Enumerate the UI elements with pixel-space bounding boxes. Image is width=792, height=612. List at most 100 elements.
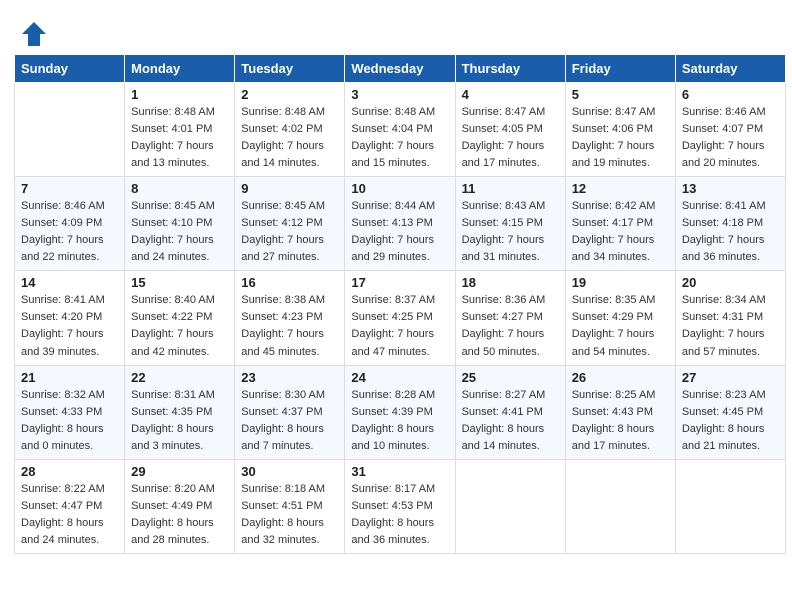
calendar-cell: 13 Sunrise: 8:41 AMSunset: 4:18 PMDaylig… [675, 177, 785, 271]
calendar-cell: 18 Sunrise: 8:36 AMSunset: 4:27 PMDaylig… [455, 271, 565, 365]
day-info: Sunrise: 8:43 AMSunset: 4:15 PMDaylight:… [462, 198, 559, 266]
day-info: Sunrise: 8:45 AMSunset: 4:12 PMDaylight:… [241, 198, 338, 266]
day-number: 27 [682, 370, 779, 385]
calendar-cell: 31 Sunrise: 8:17 AMSunset: 4:53 PMDaylig… [345, 459, 455, 553]
calendar-cell: 17 Sunrise: 8:37 AMSunset: 4:25 PMDaylig… [345, 271, 455, 365]
day-number: 26 [572, 370, 669, 385]
day-header-sunday: Sunday [15, 55, 125, 83]
calendar-cell: 28 Sunrise: 8:22 AMSunset: 4:47 PMDaylig… [15, 459, 125, 553]
calendar-week-5: 28 Sunrise: 8:22 AMSunset: 4:47 PMDaylig… [15, 459, 786, 553]
day-number: 11 [462, 181, 559, 196]
day-info: Sunrise: 8:37 AMSunset: 4:25 PMDaylight:… [351, 292, 448, 360]
day-number: 4 [462, 87, 559, 102]
day-number: 13 [682, 181, 779, 196]
calendar-cell: 1 Sunrise: 8:48 AMSunset: 4:01 PMDayligh… [125, 83, 235, 177]
day-number: 19 [572, 275, 669, 290]
day-info: Sunrise: 8:32 AMSunset: 4:33 PMDaylight:… [21, 387, 118, 455]
day-info: Sunrise: 8:28 AMSunset: 4:39 PMDaylight:… [351, 387, 448, 455]
day-info: Sunrise: 8:46 AMSunset: 4:07 PMDaylight:… [682, 104, 779, 172]
calendar-week-1: 1 Sunrise: 8:48 AMSunset: 4:01 PMDayligh… [15, 83, 786, 177]
day-number: 24 [351, 370, 448, 385]
day-number: 10 [351, 181, 448, 196]
day-info: Sunrise: 8:40 AMSunset: 4:22 PMDaylight:… [131, 292, 228, 360]
day-info: Sunrise: 8:48 AMSunset: 4:01 PMDaylight:… [131, 104, 228, 172]
day-info: Sunrise: 8:38 AMSunset: 4:23 PMDaylight:… [241, 292, 338, 360]
header [10, 10, 782, 54]
day-number: 30 [241, 464, 338, 479]
day-number: 9 [241, 181, 338, 196]
day-number: 1 [131, 87, 228, 102]
day-info: Sunrise: 8:18 AMSunset: 4:51 PMDaylight:… [241, 481, 338, 549]
calendar-cell: 25 Sunrise: 8:27 AMSunset: 4:41 PMDaylig… [455, 365, 565, 459]
day-header-tuesday: Tuesday [235, 55, 345, 83]
calendar-cell [675, 459, 785, 553]
day-number: 23 [241, 370, 338, 385]
day-number: 18 [462, 275, 559, 290]
calendar-cell [455, 459, 565, 553]
calendar-cell: 4 Sunrise: 8:47 AMSunset: 4:05 PMDayligh… [455, 83, 565, 177]
day-info: Sunrise: 8:46 AMSunset: 4:09 PMDaylight:… [21, 198, 118, 266]
calendar-table: SundayMondayTuesdayWednesdayThursdayFrid… [14, 54, 786, 554]
calendar-cell: 3 Sunrise: 8:48 AMSunset: 4:04 PMDayligh… [345, 83, 455, 177]
calendar-cell: 19 Sunrise: 8:35 AMSunset: 4:29 PMDaylig… [565, 271, 675, 365]
calendar-cell: 2 Sunrise: 8:48 AMSunset: 4:02 PMDayligh… [235, 83, 345, 177]
day-number: 15 [131, 275, 228, 290]
day-info: Sunrise: 8:31 AMSunset: 4:35 PMDaylight:… [131, 387, 228, 455]
day-info: Sunrise: 8:47 AMSunset: 4:05 PMDaylight:… [462, 104, 559, 172]
calendar-cell: 9 Sunrise: 8:45 AMSunset: 4:12 PMDayligh… [235, 177, 345, 271]
day-info: Sunrise: 8:34 AMSunset: 4:31 PMDaylight:… [682, 292, 779, 360]
calendar-cell: 5 Sunrise: 8:47 AMSunset: 4:06 PMDayligh… [565, 83, 675, 177]
calendar-cell: 20 Sunrise: 8:34 AMSunset: 4:31 PMDaylig… [675, 271, 785, 365]
day-info: Sunrise: 8:30 AMSunset: 4:37 PMDaylight:… [241, 387, 338, 455]
calendar-cell: 22 Sunrise: 8:31 AMSunset: 4:35 PMDaylig… [125, 365, 235, 459]
calendar-cell: 27 Sunrise: 8:23 AMSunset: 4:45 PMDaylig… [675, 365, 785, 459]
day-header-thursday: Thursday [455, 55, 565, 83]
day-info: Sunrise: 8:48 AMSunset: 4:04 PMDaylight:… [351, 104, 448, 172]
day-header-wednesday: Wednesday [345, 55, 455, 83]
day-header-monday: Monday [125, 55, 235, 83]
logo [20, 20, 50, 48]
day-number: 31 [351, 464, 448, 479]
day-number: 17 [351, 275, 448, 290]
day-number: 21 [21, 370, 118, 385]
calendar-cell: 12 Sunrise: 8:42 AMSunset: 4:17 PMDaylig… [565, 177, 675, 271]
day-number: 8 [131, 181, 228, 196]
day-number: 5 [572, 87, 669, 102]
calendar-cell: 8 Sunrise: 8:45 AMSunset: 4:10 PMDayligh… [125, 177, 235, 271]
calendar-cell [565, 459, 675, 553]
calendar-week-3: 14 Sunrise: 8:41 AMSunset: 4:20 PMDaylig… [15, 271, 786, 365]
calendar-cell: 26 Sunrise: 8:25 AMSunset: 4:43 PMDaylig… [565, 365, 675, 459]
day-info: Sunrise: 8:22 AMSunset: 4:47 PMDaylight:… [21, 481, 118, 549]
calendar-cell: 24 Sunrise: 8:28 AMSunset: 4:39 PMDaylig… [345, 365, 455, 459]
day-header-saturday: Saturday [675, 55, 785, 83]
day-info: Sunrise: 8:36 AMSunset: 4:27 PMDaylight:… [462, 292, 559, 360]
day-number: 12 [572, 181, 669, 196]
calendar-cell: 21 Sunrise: 8:32 AMSunset: 4:33 PMDaylig… [15, 365, 125, 459]
day-info: Sunrise: 8:41 AMSunset: 4:18 PMDaylight:… [682, 198, 779, 266]
day-number: 3 [351, 87, 448, 102]
calendar-cell: 10 Sunrise: 8:44 AMSunset: 4:13 PMDaylig… [345, 177, 455, 271]
calendar-cell: 7 Sunrise: 8:46 AMSunset: 4:09 PMDayligh… [15, 177, 125, 271]
calendar-week-2: 7 Sunrise: 8:46 AMSunset: 4:09 PMDayligh… [15, 177, 786, 271]
day-info: Sunrise: 8:45 AMSunset: 4:10 PMDaylight:… [131, 198, 228, 266]
logo-icon [20, 20, 48, 48]
calendar-cell: 11 Sunrise: 8:43 AMSunset: 4:15 PMDaylig… [455, 177, 565, 271]
day-info: Sunrise: 8:27 AMSunset: 4:41 PMDaylight:… [462, 387, 559, 455]
day-info: Sunrise: 8:35 AMSunset: 4:29 PMDaylight:… [572, 292, 669, 360]
calendar-week-4: 21 Sunrise: 8:32 AMSunset: 4:33 PMDaylig… [15, 365, 786, 459]
day-number: 25 [462, 370, 559, 385]
day-info: Sunrise: 8:25 AMSunset: 4:43 PMDaylight:… [572, 387, 669, 455]
calendar-cell: 16 Sunrise: 8:38 AMSunset: 4:23 PMDaylig… [235, 271, 345, 365]
day-number: 6 [682, 87, 779, 102]
calendar-cell: 23 Sunrise: 8:30 AMSunset: 4:37 PMDaylig… [235, 365, 345, 459]
day-number: 16 [241, 275, 338, 290]
day-number: 29 [131, 464, 228, 479]
day-info: Sunrise: 8:44 AMSunset: 4:13 PMDaylight:… [351, 198, 448, 266]
calendar-cell: 30 Sunrise: 8:18 AMSunset: 4:51 PMDaylig… [235, 459, 345, 553]
day-info: Sunrise: 8:42 AMSunset: 4:17 PMDaylight:… [572, 198, 669, 266]
day-info: Sunrise: 8:41 AMSunset: 4:20 PMDaylight:… [21, 292, 118, 360]
day-info: Sunrise: 8:20 AMSunset: 4:49 PMDaylight:… [131, 481, 228, 549]
day-info: Sunrise: 8:48 AMSunset: 4:02 PMDaylight:… [241, 104, 338, 172]
day-info: Sunrise: 8:47 AMSunset: 4:06 PMDaylight:… [572, 104, 669, 172]
calendar-cell: 15 Sunrise: 8:40 AMSunset: 4:22 PMDaylig… [125, 271, 235, 365]
